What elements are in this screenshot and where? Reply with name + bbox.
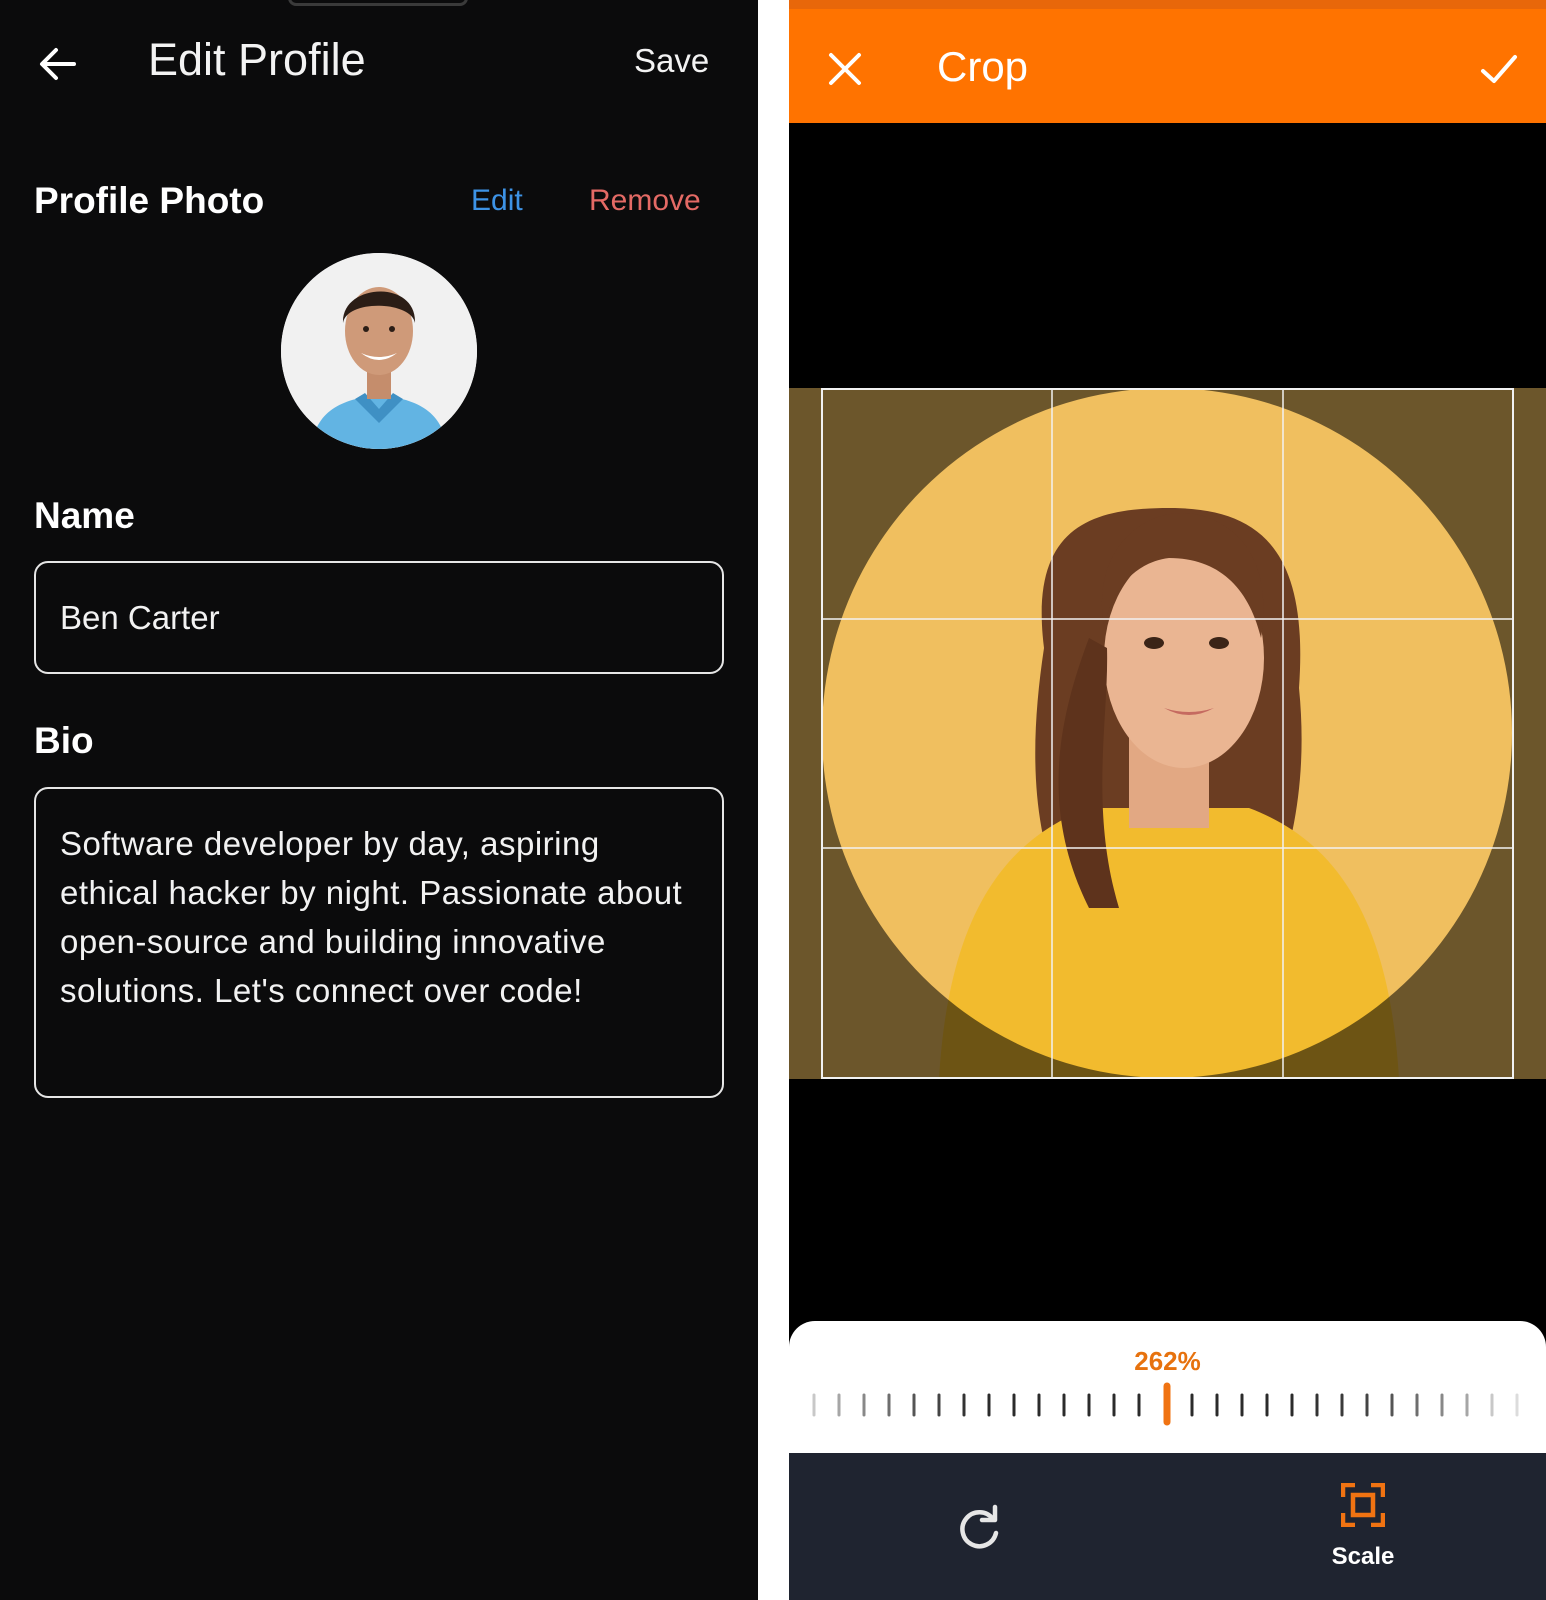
scale-button[interactable]: Scale	[1313, 1483, 1413, 1583]
scale-label: Scale	[1331, 1543, 1395, 1570]
man-portrait-image	[281, 253, 477, 449]
camera-notch	[288, 0, 468, 6]
edit-profile-screen: Edit Profile Save Profile Photo Edit Rem…	[0, 0, 758, 1600]
close-icon[interactable]	[825, 49, 865, 89]
crop-screen: Crop 262% Scale	[789, 0, 1546, 1600]
scale-icon	[1341, 1483, 1385, 1527]
name-label: Name	[34, 495, 135, 536]
bio-label: Bio	[34, 720, 94, 761]
scale-percent: 262%	[1134, 1346, 1201, 1376]
crop-area[interactable]	[789, 388, 1546, 1079]
page-title: Edit Profile	[148, 34, 366, 85]
name-field[interactable]	[34, 561, 724, 674]
avatar[interactable]	[281, 253, 477, 449]
save-button[interactable]: Save	[634, 42, 709, 80]
bio-field[interactable]: Software developer by day, aspiring ethi…	[34, 787, 724, 1098]
profile-photo-label: Profile Photo	[34, 180, 265, 221]
rotate-icon[interactable]	[955, 1503, 1003, 1551]
crop-title: Crop	[937, 43, 1029, 90]
check-icon[interactable]	[1477, 47, 1521, 91]
crop-toolbar: Crop	[789, 0, 1546, 123]
back-arrow-icon[interactable]	[36, 42, 80, 86]
scale-slider[interactable]	[789, 1377, 1546, 1427]
remove-photo-button[interactable]: Remove	[589, 184, 701, 218]
edit-photo-button[interactable]: Edit	[471, 184, 523, 218]
scale-panel: 262%	[789, 1321, 1546, 1453]
crop-bottom-bar: Scale	[789, 1453, 1546, 1600]
